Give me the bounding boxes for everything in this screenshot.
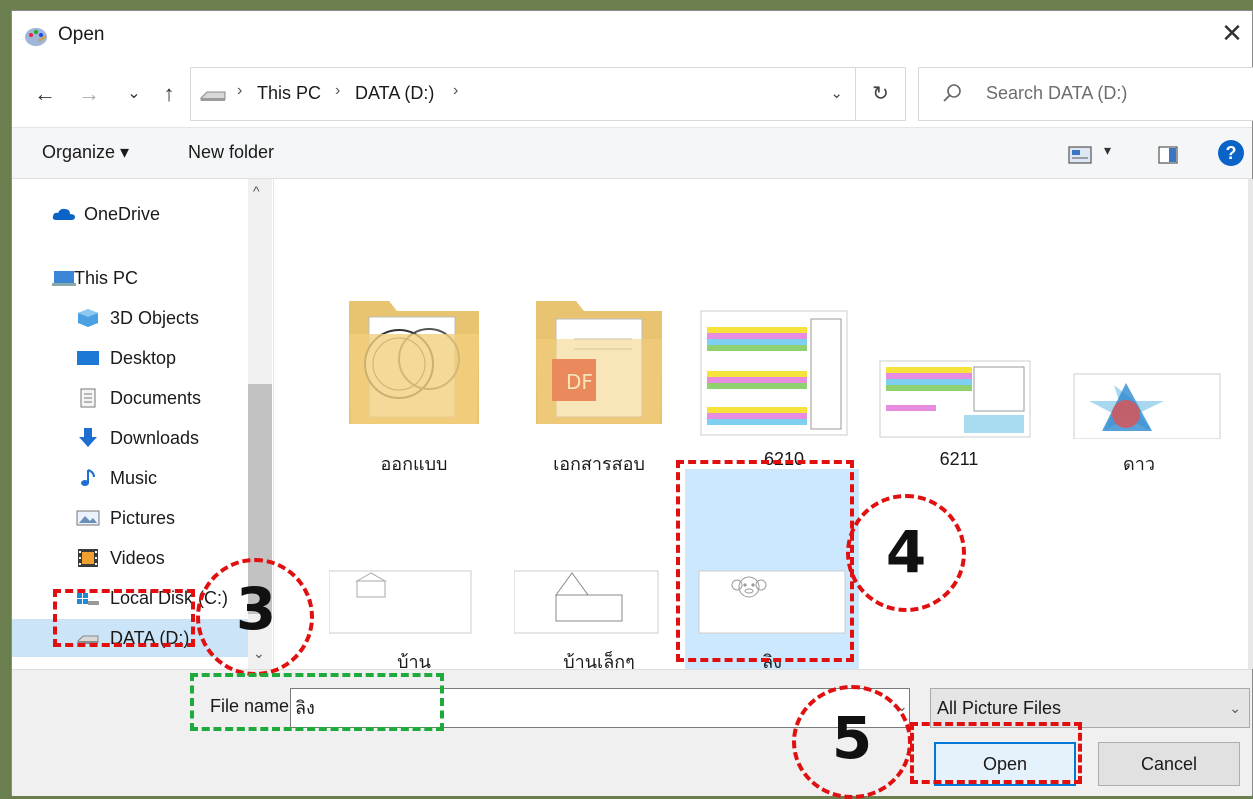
- annotation-highlight-open-button: [910, 722, 1082, 784]
- sidebar-item-desktop[interactable]: Desktop: [12, 339, 248, 377]
- forward-button[interactable]: →: [74, 79, 104, 109]
- file-name: เอกสารสอบ: [553, 454, 645, 474]
- help-icon[interactable]: ?: [1218, 140, 1244, 166]
- desktop-icon: [77, 351, 99, 365]
- organize-button[interactable]: Organize ▾: [42, 142, 129, 163]
- sidebar-item-label: Music: [110, 468, 158, 488]
- video-icon: [78, 549, 98, 567]
- sidebar-item-label: This PC: [74, 268, 139, 288]
- annotation-number-4: 4: [885, 518, 927, 586]
- navigation-bar: ← → ⌄ ↑ › This PC › DATA (D:) › ⌄ ↻ Sear…: [12, 59, 1253, 127]
- file-list-scrollbar[interactable]: [1248, 179, 1253, 669]
- sidebar-item-label: Videos: [110, 548, 165, 568]
- sidebar-item-documents[interactable]: Documents: [12, 379, 248, 417]
- sidebar-item-pictures[interactable]: Pictures: [12, 499, 248, 537]
- chevron-down-icon: ⌄: [1229, 700, 1241, 716]
- spreadsheet-image-icon: [879, 360, 1031, 438]
- sidebar-item-label: Desktop: [110, 348, 177, 368]
- sidebar-item-label: OneDrive: [84, 204, 161, 224]
- music-icon: [81, 469, 95, 486]
- sidebar-item-3d-objects[interactable]: 3D Objects: [12, 299, 248, 337]
- sidebar-item-this-pc[interactable]: This PC: [12, 259, 248, 297]
- small-house-image-icon: [514, 570, 659, 634]
- address-bar[interactable]: › This PC › DATA (D:) › ⌄: [190, 67, 856, 121]
- cancel-button[interactable]: Cancel: [1098, 742, 1240, 786]
- star-image-icon: [1073, 373, 1221, 439]
- sidebar-item-downloads[interactable]: Downloads: [12, 419, 248, 457]
- file-name: 6211: [939, 449, 979, 469]
- annotation-number-5: 5: [831, 704, 873, 772]
- close-button[interactable]: ✕: [1212, 15, 1252, 51]
- breadcrumb-data-d[interactable]: DATA (D:): [355, 83, 434, 104]
- refresh-button[interactable]: ↻: [856, 67, 906, 121]
- scroll-up-button[interactable]: ^: [253, 183, 260, 199]
- annotation-highlight-file-name: [190, 673, 444, 731]
- file-name: ดาว: [1123, 454, 1155, 474]
- annotation-highlight-selected-file: [676, 460, 854, 662]
- breadcrumb-separator: ›: [453, 82, 459, 99]
- command-toolbar: Organize ▾ New folder ▾ ?: [12, 127, 1252, 179]
- sidebar-item-label: 3D Objects: [110, 308, 200, 328]
- sidebar-item-label: Downloads: [110, 428, 200, 448]
- computer-icon: [52, 271, 76, 286]
- search-icon: [943, 84, 961, 102]
- sidebar-item-label: Documents: [110, 388, 202, 408]
- title-bar: Open ✕: [12, 11, 1252, 59]
- picture-icon: [76, 510, 100, 526]
- cube-icon: [78, 309, 98, 327]
- file-name: ออกแบบ: [380, 454, 448, 474]
- download-icon: [79, 428, 97, 447]
- search-input[interactable]: Search DATA (D:): [918, 67, 1253, 121]
- spreadsheet-image-icon: [700, 310, 848, 436]
- recent-locations-button[interactable]: ⌄: [124, 79, 144, 109]
- folder-icon: DF: [536, 301, 662, 424]
- preview-pane-icon[interactable]: [1158, 146, 1178, 164]
- annotation-number-3: 3: [235, 575, 277, 643]
- search-placeholder: Search DATA (D:): [986, 83, 1128, 103]
- cloud-icon: [52, 208, 75, 220]
- breadcrumb-separator: ›: [237, 82, 243, 99]
- sidebar-item-videos[interactable]: Videos: [12, 539, 248, 577]
- house-image-icon: [329, 570, 472, 634]
- breadcrumb-separator: ›: [335, 82, 341, 99]
- annotation-highlight-data-drive: [53, 589, 195, 647]
- drive-icon: [200, 91, 226, 101]
- address-dropdown-button[interactable]: ⌄: [830, 84, 843, 102]
- up-button[interactable]: ↑: [157, 79, 181, 109]
- paint-app-icon: [25, 28, 47, 46]
- folder-icon: [349, 301, 479, 424]
- sidebar-item-onedrive[interactable]: OneDrive: [12, 195, 248, 233]
- new-folder-button[interactable]: New folder: [188, 142, 274, 163]
- sidebar-item-label: Pictures: [110, 508, 176, 528]
- document-icon: [80, 388, 96, 408]
- view-dropdown-button[interactable]: ▾: [1104, 142, 1111, 159]
- view-options-icon[interactable]: [1068, 146, 1092, 164]
- back-button[interactable]: ←: [30, 79, 60, 109]
- window-title: Open: [58, 24, 105, 45]
- breadcrumb-this-pc[interactable]: This PC: [257, 83, 321, 104]
- file-type-filter-value: All Picture Files: [937, 698, 1062, 718]
- sidebar-item-music[interactable]: Music: [12, 459, 248, 497]
